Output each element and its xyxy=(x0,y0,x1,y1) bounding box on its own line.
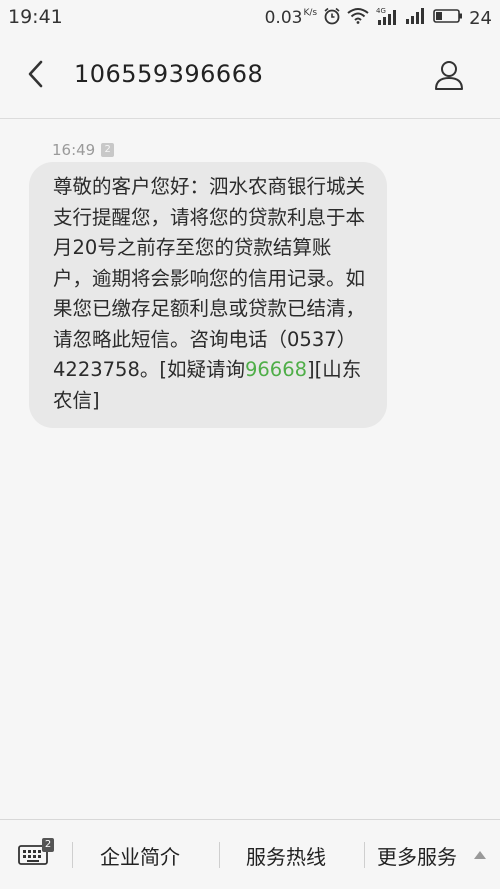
svg-text:4G: 4G xyxy=(376,7,386,15)
conversation-header: 106559396668 xyxy=(0,36,500,119)
status-icons: 0.03 K/s 4G 24 xyxy=(265,6,492,30)
keyboard-toggle-button[interactable]: 2 xyxy=(18,838,56,870)
contact-number: 106559396668 xyxy=(74,60,264,88)
menu-item-company-intro[interactable]: 企业简介 xyxy=(100,841,180,870)
message-meta: 16:49 2 xyxy=(52,141,115,159)
network-speed: 0.03 K/s xyxy=(265,8,317,28)
network-speed-unit: K/s xyxy=(303,8,318,18)
person-icon xyxy=(434,59,464,95)
menu-divider xyxy=(364,842,365,868)
phone-link[interactable]: 96668 xyxy=(245,358,307,381)
menu-item-more-services[interactable]: 更多服务 xyxy=(377,841,457,870)
triangle-up-icon xyxy=(474,851,486,859)
alarm-icon xyxy=(323,7,341,30)
menu-divider xyxy=(219,842,220,868)
sim-slot-badge: 2 xyxy=(101,143,115,157)
menu-divider xyxy=(72,842,73,868)
keyboard-sim-badge: 2 xyxy=(42,838,54,852)
menu-item-service-hotline[interactable]: 服务热线 xyxy=(246,841,326,870)
network-speed-value: 0.03 xyxy=(264,8,303,28)
battery-icon xyxy=(433,8,463,29)
battery-level: 24 xyxy=(469,7,492,29)
message-text: 尊敬的客户您好：泗水农商银行城关支行提醒您，请将您的贷款利息于本月20号之前存至… xyxy=(53,175,366,381)
signal-4g-icon: 4G xyxy=(375,6,399,31)
message-time: 16:49 xyxy=(52,141,96,159)
signal-icon xyxy=(405,7,427,30)
message-bubble[interactable]: 尊敬的客户您好：泗水农商银行城关支行提醒您，请将您的贷款利息于本月20号之前存至… xyxy=(29,162,387,428)
message-list[interactable]: 16:49 2 尊敬的客户您好：泗水农商银行城关支行提醒您，请将您的贷款利息于本… xyxy=(0,119,500,819)
service-menu-bar: 2 企业简介 服务热线 更多服务 xyxy=(0,819,500,889)
sms-conversation-screen: 19:41 0.03 K/s 4G 24 106559396668 16:49 … xyxy=(0,0,500,889)
wifi-icon xyxy=(347,7,369,29)
status-time: 19:41 xyxy=(8,6,63,28)
contact-info-button[interactable] xyxy=(432,60,466,94)
back-button[interactable] xyxy=(20,60,52,92)
chevron-left-icon xyxy=(26,60,46,92)
status-bar: 19:41 0.03 K/s 4G 24 xyxy=(0,0,500,36)
